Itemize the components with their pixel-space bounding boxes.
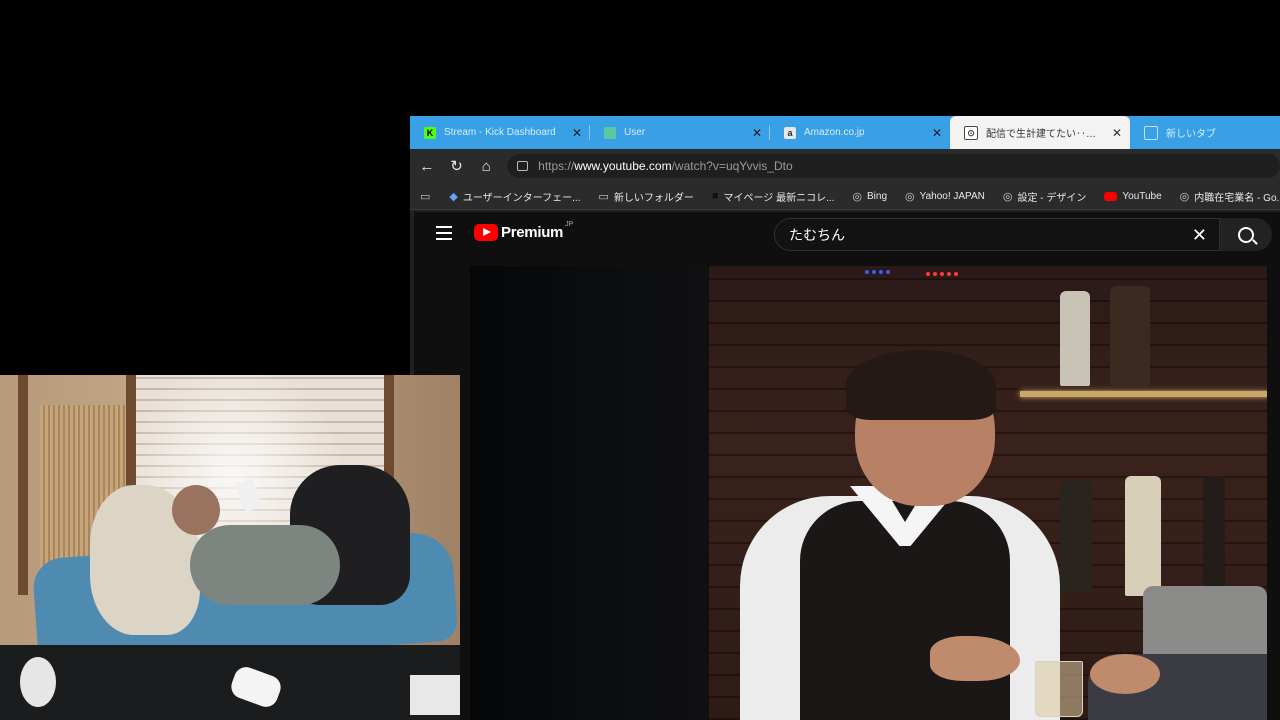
- reload-icon[interactable]: ↻: [442, 157, 472, 175]
- bookmark-label: Bing: [867, 190, 888, 202]
- video-person-hand: [930, 636, 1020, 681]
- bookmark-item[interactable]: ◎ 内職在宅業名 - Go...: [1180, 189, 1280, 204]
- bookmark-item[interactable]: ◎ Bing: [852, 190, 887, 203]
- tab-strip: K Stream - Kick Dashboard ✕ User ✕ a Ama…: [410, 116, 1280, 149]
- tab-close-icon[interactable]: ✕: [1112, 126, 1122, 140]
- bookmark-item[interactable]: ◎ Yahoo! JAPAN: [905, 190, 985, 203]
- video-blue-lights: [865, 270, 890, 274]
- logo-region: JP: [565, 221, 574, 228]
- tab-close-icon[interactable]: ✕: [932, 126, 942, 140]
- youtube-play-icon: [474, 224, 498, 241]
- tab-new-tab[interactable]: 新しいタブ: [1130, 116, 1260, 149]
- browser-window: K Stream - Kick Dashboard ✕ User ✕ a Ama…: [410, 116, 1280, 720]
- video-bottle: [1060, 481, 1092, 591]
- new-tab-icon: [1144, 125, 1158, 140]
- url-host: www.youtube.com: [574, 159, 672, 173]
- youtube-icon: [1104, 191, 1118, 201]
- video-dark-area: [470, 266, 709, 720]
- clear-search-icon[interactable]: ✕: [1192, 225, 1207, 246]
- bookmark-label: 設定 - デザイン: [1017, 192, 1087, 204]
- bookmark-label: Yahoo! JAPAN: [919, 190, 985, 202]
- tab-amazon[interactable]: a Amazon.co.jp ✕: [770, 116, 950, 149]
- bookmark-item[interactable]: ▭ 新しいフォルダー: [598, 189, 693, 204]
- globe-icon: ◎: [1179, 190, 1190, 203]
- video-bottle: [1110, 286, 1150, 386]
- video-bottle: [1125, 476, 1161, 596]
- tab-user[interactable]: User ✕: [590, 116, 770, 149]
- search-input[interactable]: たむちん ✕: [774, 218, 1220, 251]
- url-field[interactable]: https://www.youtube.com/watch?v=uqYvvis_…: [507, 154, 1280, 178]
- url-prefix: https://: [538, 159, 575, 173]
- search-icon: [1238, 226, 1254, 243]
- youtube-header: Premium JP たむちん ✕: [414, 212, 1280, 256]
- tab-title: User: [624, 127, 646, 138]
- nico-icon: ■: [711, 190, 719, 202]
- bookmark-label: ユーザーインターフェー...: [462, 192, 581, 204]
- tab-nico-stream[interactable]: ⊙ 配信で生計建てたい‥わかってんじ ✕: [950, 116, 1130, 149]
- bookmarks-bar: ▭ ◆ ユーザーインターフェー... ▭ 新しいフォルダー ■ マイページ 最新ニコレ…: [410, 183, 1280, 210]
- tab-close-icon[interactable]: ✕: [572, 126, 582, 140]
- video-bottle: [1203, 476, 1225, 586]
- folder-icon: ▭: [598, 190, 609, 203]
- webcam-wood-post: [18, 375, 28, 595]
- logo-word: Premium: [501, 224, 564, 241]
- search-query: たむちん: [789, 226, 845, 243]
- tab-title: 新しいタブ: [1166, 129, 1216, 140]
- tab-title: Stream - Kick Dashboard: [444, 127, 556, 138]
- shield-icon: ◆: [449, 190, 458, 203]
- bookmark-label: YouTube: [1122, 190, 1162, 202]
- search-button[interactable]: [1220, 218, 1272, 251]
- amazon-icon: a: [784, 126, 796, 139]
- nico-icon: ⊙: [964, 125, 978, 140]
- bookmark-item[interactable]: ◎ 設定 - デザイン: [1003, 189, 1087, 204]
- collections-icon[interactable]: ▭: [420, 190, 435, 203]
- tab-kick-dashboard[interactable]: K Stream - Kick Dashboard ✕: [410, 116, 590, 149]
- user-icon: [604, 126, 616, 139]
- webcam-mouse: [20, 657, 56, 707]
- globe-icon: ◎: [852, 190, 863, 203]
- hamburger-menu-icon[interactable]: [436, 226, 452, 240]
- bookmark-item[interactable]: YouTube: [1104, 190, 1162, 202]
- webcam-person-body: [190, 525, 340, 605]
- youtube-premium-logo[interactable]: Premium JP: [474, 221, 574, 241]
- bookmark-label: マイページ 最新ニコレ...: [723, 192, 835, 204]
- bookmark-label: 内職在宅業名 - Go...: [1194, 192, 1280, 204]
- bookmark-item[interactable]: ■ マイページ 最新ニコレ...: [712, 189, 835, 204]
- globe-icon: ◎: [905, 190, 915, 203]
- webcam-person-head: [172, 485, 220, 535]
- tab-title: Amazon.co.jp: [804, 127, 865, 138]
- youtube-page: Premium JP たむちん ✕: [414, 212, 1280, 720]
- bookmark-item[interactable]: ◆ ユーザーインターフェー...: [449, 189, 580, 204]
- home-icon[interactable]: ⌂: [471, 158, 501, 175]
- video-bottle: [1060, 291, 1090, 386]
- lock-icon: [517, 161, 529, 171]
- bookmark-label: 新しいフォルダー: [613, 192, 694, 204]
- video-person-hair: [846, 350, 996, 420]
- video-shelf: [1020, 391, 1267, 397]
- webcam-overlay: [0, 375, 460, 720]
- video-second-person-hand: [1090, 654, 1160, 694]
- back-arrow-icon[interactable]: ←: [412, 158, 442, 175]
- tab-close-icon[interactable]: ✕: [752, 126, 762, 140]
- url-path: /watch?v=uqYvvis_Dto: [671, 159, 793, 173]
- video-whisky-glass: [1035, 661, 1083, 717]
- tab-title: 配信で生計建てたい‥わかってんじ: [986, 129, 1106, 140]
- webcam-desk: [0, 645, 460, 720]
- video-player[interactable]: [470, 266, 1267, 720]
- kick-icon: K: [424, 126, 436, 139]
- globe-icon: ◎: [1002, 190, 1013, 203]
- address-bar: ← ↻ ⌂ https://www.youtube.com/watch?v=uq…: [410, 149, 1280, 183]
- video-red-lights: [926, 272, 958, 276]
- webcam-box: [410, 675, 460, 715]
